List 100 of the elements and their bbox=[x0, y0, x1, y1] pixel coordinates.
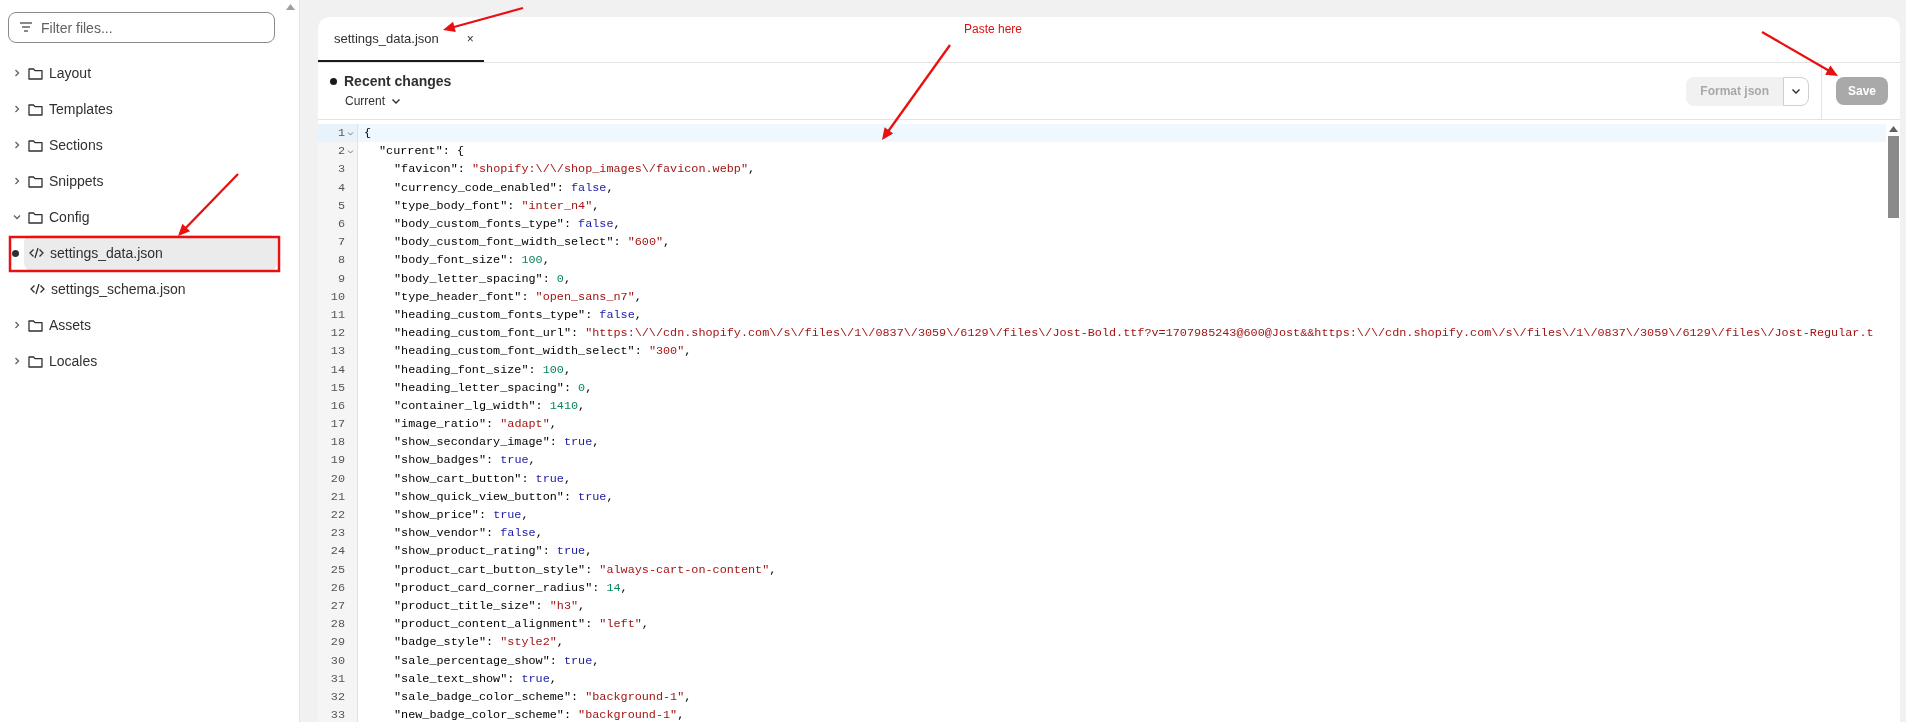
recent-changes-title: Recent changes bbox=[344, 73, 452, 89]
filter-field[interactable]: Filter files... bbox=[8, 12, 275, 43]
json-key: "favicon": bbox=[394, 162, 472, 177]
comma: , bbox=[535, 526, 543, 541]
line-number: 14 bbox=[330, 362, 345, 377]
line-number: 9 bbox=[337, 271, 345, 286]
json-value: "300" bbox=[648, 344, 685, 359]
json-value: "always-cart-on-content" bbox=[599, 562, 770, 577]
json-key: "heading_letter_spacing": bbox=[394, 380, 579, 395]
json-key: "sale_text_show": bbox=[394, 671, 522, 686]
comma: , bbox=[528, 453, 536, 468]
line-number: 4 bbox=[337, 180, 345, 195]
json-value: 100 bbox=[542, 362, 564, 377]
folder-icon bbox=[28, 66, 43, 80]
folder-icon bbox=[28, 174, 43, 188]
json-value: "shopify:\/\/shop_images\/favicon.webp" bbox=[471, 162, 748, 177]
json-value: false bbox=[571, 180, 607, 195]
line-number: 22 bbox=[330, 508, 345, 523]
json-key: "show_vendor": bbox=[394, 526, 501, 541]
json-value: "adapt" bbox=[500, 417, 550, 432]
line-number: 31 bbox=[330, 671, 345, 686]
json-key: "show_cart_button": bbox=[394, 471, 536, 486]
line-number: 27 bbox=[330, 598, 345, 613]
line-number: 24 bbox=[330, 544, 345, 559]
comma: , bbox=[556, 635, 564, 650]
line-number: 8 bbox=[337, 253, 345, 268]
chevron-right-icon bbox=[12, 140, 22, 150]
line-number: 29 bbox=[330, 635, 345, 650]
chevron-right-icon bbox=[12, 176, 22, 186]
line-number: 13 bbox=[330, 344, 345, 359]
line-number: 10 bbox=[330, 289, 345, 304]
line-number: 20 bbox=[330, 471, 345, 486]
chevron-down-icon bbox=[12, 212, 22, 222]
json-key: "sale_badge_color_scheme": bbox=[394, 689, 586, 704]
comma: , bbox=[592, 198, 600, 213]
folder-item[interactable]: Snippets bbox=[8, 163, 277, 199]
comma: , bbox=[563, 471, 572, 486]
json-key: "badge_style": bbox=[394, 635, 501, 650]
line-number: 33 bbox=[330, 708, 345, 722]
json-value: 14 bbox=[606, 580, 621, 595]
chevron-down-icon bbox=[391, 97, 401, 105]
line-number: 15 bbox=[330, 380, 345, 395]
json-value: true bbox=[563, 653, 593, 668]
line-number: 19 bbox=[330, 453, 345, 468]
json-value: 0 bbox=[578, 380, 586, 395]
comma: , bbox=[634, 307, 642, 322]
line-number: 18 bbox=[330, 435, 345, 450]
comma: , bbox=[578, 598, 586, 613]
comma: , bbox=[563, 271, 572, 286]
comma: , bbox=[549, 671, 557, 686]
folder-item[interactable]: Templates bbox=[8, 91, 277, 127]
chevron-right-icon bbox=[12, 356, 22, 366]
version-dropdown[interactable]: Current bbox=[330, 93, 1687, 109]
json-value: "style2" bbox=[500, 635, 557, 650]
comma: , bbox=[592, 653, 600, 668]
json-key: "type_header_font": bbox=[394, 289, 536, 304]
json-key: "current": bbox=[379, 144, 457, 159]
line-number: 5 bbox=[337, 198, 345, 213]
json-key: "heading_custom_font_url": bbox=[394, 326, 586, 341]
line-number: 7 bbox=[337, 235, 345, 250]
json-key: "show_secondary_image": bbox=[394, 435, 564, 450]
folder-item[interactable]: Sections bbox=[8, 127, 277, 163]
format-options-button[interactable] bbox=[1782, 76, 1809, 106]
json-key: "product_title_size": bbox=[394, 598, 550, 613]
scroll-up-icon[interactable] bbox=[286, 4, 295, 10]
json-key: "product_content_alignment": bbox=[394, 617, 600, 632]
line-number: 32 bbox=[330, 689, 345, 704]
scroll-up-icon[interactable] bbox=[1888, 126, 1898, 132]
line-number: 6 bbox=[337, 217, 345, 232]
folder-item[interactable]: Layout bbox=[8, 55, 277, 91]
json-key: "heading_custom_font_width_select": bbox=[394, 344, 649, 359]
json-value: 100 bbox=[521, 253, 543, 268]
json-value: "background-1" bbox=[578, 708, 678, 722]
json-key: "heading_custom_fonts_type": bbox=[394, 307, 600, 322]
file-item[interactable]: settings_schema.json bbox=[8, 271, 277, 307]
close-tab-button[interactable]: × bbox=[466, 31, 474, 46]
json-key: "body_custom_fonts_type": bbox=[394, 217, 579, 232]
comma: , bbox=[613, 217, 621, 232]
scrollbar-thumb[interactable] bbox=[1887, 136, 1899, 218]
folder-item[interactable]: Locales bbox=[8, 343, 277, 379]
folder-item[interactable]: Config bbox=[8, 199, 277, 235]
comma: , bbox=[634, 289, 642, 304]
line-number: 3 bbox=[337, 162, 345, 177]
line-number: 25 bbox=[330, 562, 345, 577]
json-value: "open_sans_n7" bbox=[535, 289, 635, 304]
comma: , bbox=[684, 689, 692, 704]
line-number: 30 bbox=[330, 653, 345, 668]
comma: , bbox=[549, 417, 557, 432]
comma: , bbox=[620, 580, 628, 595]
chevron-down-icon bbox=[1790, 87, 1801, 95]
comma: , bbox=[585, 544, 593, 559]
annotation-arrow bbox=[178, 173, 239, 236]
comma: , bbox=[769, 562, 777, 577]
comma: , bbox=[641, 617, 649, 632]
json-key: "container_lg_width": bbox=[394, 398, 550, 413]
json-value: true bbox=[556, 544, 586, 559]
folder-icon bbox=[28, 354, 43, 368]
comma: , bbox=[592, 435, 600, 450]
comma: , bbox=[521, 508, 529, 523]
folder-item[interactable]: Assets bbox=[8, 307, 277, 343]
